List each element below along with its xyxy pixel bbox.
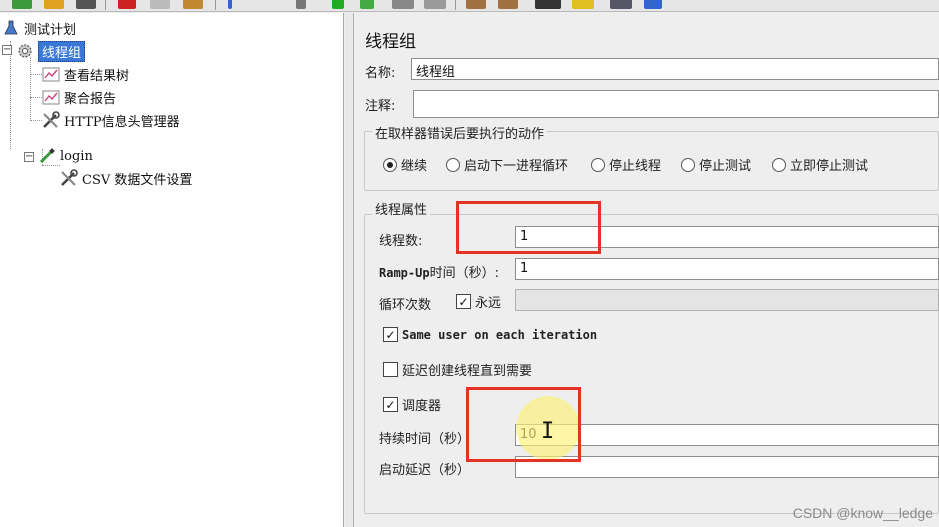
chart-icon bbox=[42, 65, 60, 83]
tree-label: 查看结果树 bbox=[64, 68, 130, 84]
toggle-icon[interactable] bbox=[296, 0, 306, 9]
delay-thread-creation-checkbox[interactable]: 延迟创建线程直到需要 bbox=[383, 360, 532, 379]
rampup-field[interactable]: 1 bbox=[515, 258, 939, 280]
start-no-pause-icon[interactable] bbox=[360, 0, 374, 9]
radio-indicator bbox=[681, 157, 695, 172]
function-helper-icon[interactable] bbox=[610, 0, 632, 9]
radio-stop-test[interactable]: 停止测试 bbox=[681, 155, 751, 174]
scheduler-checkbox[interactable]: ✓ 调度器 bbox=[383, 395, 441, 414]
start-icon[interactable] bbox=[332, 0, 344, 9]
toolbar bbox=[0, 0, 939, 12]
save-icon[interactable] bbox=[76, 0, 96, 9]
radio-stop-test-now[interactable]: 立即停止测试 bbox=[772, 155, 868, 174]
test-plan-icon bbox=[2, 19, 20, 37]
reset-search-icon[interactable] bbox=[572, 0, 594, 9]
open-icon[interactable] bbox=[44, 0, 64, 9]
help-icon[interactable] bbox=[644, 0, 662, 9]
tree-node-login[interactable]: login bbox=[38, 146, 93, 166]
threads-label: 线程数: bbox=[379, 234, 423, 249]
cut-icon[interactable] bbox=[118, 0, 136, 9]
loop-count-field[interactable] bbox=[515, 289, 939, 311]
copy-icon[interactable] bbox=[150, 0, 170, 9]
clear-icon[interactable] bbox=[466, 0, 486, 9]
name-field[interactable]: 线程组 bbox=[411, 58, 939, 80]
template-icon[interactable] bbox=[12, 0, 32, 9]
loop-count-label: 循环次数 bbox=[379, 298, 432, 313]
radio-continue[interactable]: 继续 bbox=[383, 155, 427, 174]
tree-label: 聚合报告 bbox=[64, 91, 117, 107]
tree-node-view-results-tree[interactable]: 查看结果树 bbox=[42, 64, 129, 84]
thread-group-panel: 线程组 名称: 线程组 注释: 在取样器错误后要执行的动作 继续 启动下一进程循… bbox=[355, 13, 939, 527]
radio-indicator bbox=[591, 157, 605, 172]
checkbox-indicator: ✓ bbox=[383, 397, 398, 412]
same-user-checkbox[interactable]: ✓ Same user on each iteration bbox=[383, 327, 597, 342]
tree-label: login bbox=[60, 148, 93, 164]
radio-stop-thread[interactable]: 停止线程 bbox=[591, 155, 661, 174]
checkbox-indicator: ✓ bbox=[456, 294, 471, 309]
radio-indicator bbox=[772, 157, 786, 172]
thread-properties-title: 线程属性 bbox=[372, 199, 431, 218]
checkbox-indicator bbox=[383, 362, 398, 377]
duration-label: 持续时间（秒） bbox=[379, 432, 471, 447]
page-title: 线程组 bbox=[365, 32, 416, 52]
chart-icon bbox=[42, 88, 60, 106]
annotation-box-duration bbox=[466, 387, 581, 462]
pipette-icon bbox=[38, 147, 56, 165]
tree-label: 测试计划 bbox=[24, 22, 77, 38]
checkbox-indicator: ✓ bbox=[383, 327, 398, 342]
startup-delay-label: 启动延迟（秒） bbox=[379, 463, 471, 478]
name-label: 名称: bbox=[365, 66, 396, 81]
rampup-label: Ramp-Up时间（秒）: bbox=[379, 266, 499, 281]
expand-icon[interactable] bbox=[228, 0, 232, 9]
clear-all-icon[interactable] bbox=[498, 0, 518, 9]
forever-checkbox[interactable]: ✓ 永远 bbox=[456, 292, 501, 311]
annotation-box-threads bbox=[456, 201, 601, 254]
collapse-toggle[interactable]: − bbox=[2, 45, 12, 55]
gear-icon bbox=[16, 42, 34, 60]
radio-indicator bbox=[383, 157, 397, 172]
comment-label: 注释: bbox=[365, 99, 396, 114]
stop-icon[interactable] bbox=[392, 0, 414, 9]
comment-field[interactable] bbox=[413, 90, 939, 118]
radio-indicator bbox=[446, 157, 460, 172]
tree-node-test-plan[interactable]: 测试计划 bbox=[2, 18, 76, 38]
tree-node-http-header-manager[interactable]: HTTP信息头管理器 bbox=[42, 110, 180, 130]
tree-label-selected: 线程组 bbox=[38, 40, 86, 62]
search-icon[interactable] bbox=[535, 0, 561, 9]
tree-label: CSV 数据文件设置 bbox=[82, 172, 193, 188]
watermark: CSDN @know__ledge bbox=[792, 505, 933, 521]
paste-icon[interactable] bbox=[183, 0, 203, 9]
tree-node-thread-group[interactable]: 线程组 bbox=[16, 40, 86, 62]
tree-node-csv-data-set-config[interactable]: CSV 数据文件设置 bbox=[60, 168, 192, 188]
collapse-toggle[interactable]: − bbox=[24, 152, 34, 162]
shutdown-icon[interactable] bbox=[424, 0, 446, 9]
tree-node-aggregate-report[interactable]: 聚合报告 bbox=[42, 87, 116, 107]
test-plan-tree: 测试计划 − 线程组 查看结果树 聚合报告 HTTP信息头管理器 − login… bbox=[0, 13, 344, 527]
wrench-icon bbox=[42, 111, 60, 129]
wrench-icon bbox=[60, 169, 78, 187]
error-action-title: 在取样器错误后要执行的动作 bbox=[372, 123, 548, 142]
tree-label: HTTP信息头管理器 bbox=[64, 114, 180, 130]
panel-splitter[interactable] bbox=[345, 13, 354, 527]
radio-start-next-loop[interactable]: 启动下一进程循环 bbox=[446, 155, 568, 174]
